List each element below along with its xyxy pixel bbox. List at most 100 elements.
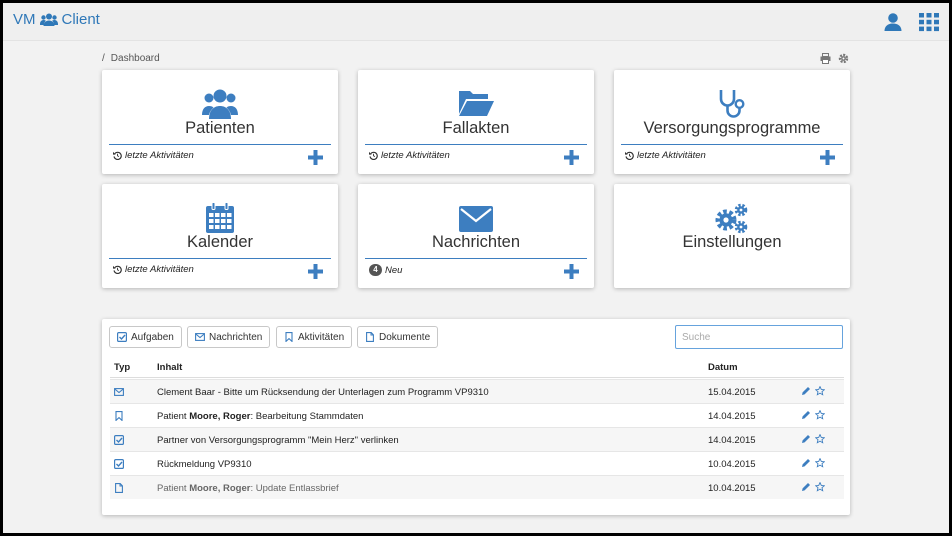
table-header: Typ Inhalt Datum xyxy=(110,358,844,378)
gears-icon xyxy=(715,203,748,234)
app-window: VM Client / Dashboard Patienten letzte A… xyxy=(3,3,949,533)
history-icon xyxy=(625,151,634,160)
breadcrumb-separator: / xyxy=(102,53,105,64)
brand-title-right: Client xyxy=(61,11,100,28)
star-icon[interactable] xyxy=(815,410,825,420)
patient-name[interactable]: Moore, Roger xyxy=(189,483,250,494)
tile-divider xyxy=(365,144,587,145)
table-row[interactable]: Patient Moore, Roger: Update Entlassbrie… xyxy=(110,475,844,499)
gear-icon[interactable] xyxy=(838,53,849,64)
recent-activities-link[interactable]: letzte Aktivitäten xyxy=(113,264,194,275)
tile-versorgungsprogramme[interactable]: Versorgungsprogramme letzte Aktivitäten xyxy=(614,70,850,174)
top-navbar: VM Client xyxy=(3,3,949,41)
table-row[interactable]: Partner von Versorgungsprogramm "Mein He… xyxy=(110,427,844,451)
tile-einstellungen[interactable]: Einstellungen xyxy=(614,184,850,288)
calendar-icon xyxy=(206,202,234,233)
user-icon[interactable] xyxy=(883,12,903,32)
print-icon[interactable] xyxy=(820,53,831,64)
star-icon[interactable] xyxy=(815,482,825,492)
pencil-icon[interactable] xyxy=(801,386,811,396)
history-icon xyxy=(113,265,122,274)
row-content: Clement Baar - Bitte um Rücksendung der … xyxy=(157,387,489,398)
table-row[interactable]: Patient Moore, Roger: Bearbeitung Stammd… xyxy=(110,403,844,427)
patient-name[interactable]: Moore, Roger xyxy=(189,411,250,422)
folder-open-icon xyxy=(459,91,494,116)
tile-footer-label: Neu xyxy=(385,264,403,276)
users-icon xyxy=(39,13,58,26)
breadcrumb: / Dashboard xyxy=(102,53,160,64)
row-date: 15.04.2015 xyxy=(708,387,756,398)
recent-activities-link[interactable]: letzte Aktivitäten xyxy=(369,150,450,161)
tile-divider xyxy=(109,258,331,259)
pencil-icon[interactable] xyxy=(801,434,811,444)
column-header-typ[interactable]: Typ xyxy=(114,362,130,373)
row-date: 14.04.2015 xyxy=(708,411,756,422)
tab-label: Aktivitäten xyxy=(298,331,345,343)
row-actions xyxy=(801,458,825,468)
tile-nachrichten[interactable]: Nachrichten 4 Neu xyxy=(358,184,594,288)
tile-title: Nachrichten xyxy=(431,233,521,251)
star-icon[interactable] xyxy=(815,458,825,468)
star-icon[interactable] xyxy=(815,386,825,396)
pencil-icon[interactable] xyxy=(801,482,811,492)
tab-label: Aufgaben xyxy=(131,331,174,343)
tile-footer-label: letzte Aktivitäten xyxy=(637,150,706,161)
row-text: Patient xyxy=(157,483,190,494)
column-header-datum[interactable]: Datum xyxy=(708,362,738,373)
search-input[interactable] xyxy=(675,325,843,349)
tab-nachrichten[interactable]: Nachrichten xyxy=(187,326,271,348)
table-row[interactable]: Clement Baar - Bitte um Rücksendung der … xyxy=(110,379,844,403)
column-header-inhalt[interactable]: Inhalt xyxy=(157,362,182,373)
tile-fallakten[interactable]: Fallakten letzte Aktivitäten xyxy=(358,70,594,174)
tab-aktivitaeten[interactable]: Aktivitäten xyxy=(276,326,353,348)
tile-kalender[interactable]: Kalender letzte Aktivitäten xyxy=(102,184,338,288)
tile-patienten[interactable]: Patienten letzte Aktivitäten xyxy=(102,70,338,174)
row-date: 10.04.2015 xyxy=(708,459,756,470)
page-tools xyxy=(820,53,849,64)
pencil-icon[interactable] xyxy=(801,410,811,420)
envelope-icon xyxy=(195,333,205,341)
unread-count-badge: 4 xyxy=(369,264,382,276)
row-content: Partner von Versorgungsprogramm "Mein He… xyxy=(157,435,399,446)
users-icon xyxy=(202,89,238,119)
app-brand[interactable]: VM Client xyxy=(13,11,100,28)
plus-icon[interactable] xyxy=(564,150,579,165)
row-text: Partner von Versorgungsprogramm "Mein He… xyxy=(157,435,399,446)
row-text: Patient xyxy=(157,411,190,422)
recent-activities-link[interactable]: letzte Aktivitäten xyxy=(113,150,194,161)
tile-title: Patienten xyxy=(185,119,255,137)
plus-icon[interactable] xyxy=(308,264,323,279)
bookmark-icon xyxy=(285,332,293,342)
row-date: 14.04.2015 xyxy=(708,435,756,446)
row-text: : Bearbeitung Stammdaten xyxy=(250,411,364,422)
activity-panel: Aufgaben Nachrichten Aktivitäten Dokumen… xyxy=(102,319,850,515)
tab-aufgaben[interactable]: Aufgaben xyxy=(109,326,182,348)
row-actions xyxy=(801,482,825,492)
star-icon[interactable] xyxy=(815,434,825,444)
pencil-icon[interactable] xyxy=(801,458,811,468)
new-messages-link[interactable]: 4 Neu xyxy=(369,264,402,276)
tile-title: Einstellungen xyxy=(682,233,782,251)
row-text: Rückmeldung VP9310 xyxy=(157,459,252,470)
file-icon xyxy=(115,483,123,493)
recent-activities-link[interactable]: letzte Aktivitäten xyxy=(625,150,706,161)
table-row[interactable]: Rückmeldung VP9310 10.04.2015 xyxy=(110,451,844,475)
brand-title-left: VM xyxy=(13,11,36,28)
row-text: : Update Entlassbrief xyxy=(250,483,339,494)
tile-divider xyxy=(109,144,331,145)
tile-footer-label: letzte Aktivitäten xyxy=(125,264,194,275)
breadcrumb-dashboard[interactable]: Dashboard xyxy=(111,53,160,64)
tile-title: Versorgungsprogramme xyxy=(643,119,821,137)
apps-grid-icon[interactable] xyxy=(918,12,940,32)
history-icon xyxy=(113,151,122,160)
envelope-icon xyxy=(114,388,124,396)
tile-title: Fallakten xyxy=(442,119,510,137)
plus-icon[interactable] xyxy=(308,150,323,165)
tab-dokumente[interactable]: Dokumente xyxy=(357,326,439,348)
row-actions xyxy=(801,410,825,420)
row-actions xyxy=(801,386,825,396)
tile-divider xyxy=(365,258,587,259)
plus-icon[interactable] xyxy=(564,264,579,279)
row-content: Rückmeldung VP9310 xyxy=(157,459,252,470)
plus-icon[interactable] xyxy=(820,150,835,165)
